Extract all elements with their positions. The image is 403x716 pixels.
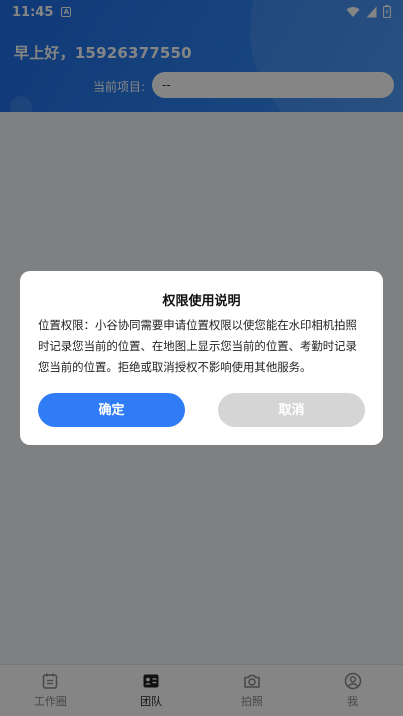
dialog-body: 位置权限：小谷协同需要申请位置权限以使您能在水印相机拍照时记录您当前的位置、在地… bbox=[38, 318, 357, 374]
confirm-button[interactable]: 确定 bbox=[38, 393, 185, 427]
permission-dialog: 权限使用说明 位置权限：小谷协同需要申请位置权限以使您能在水印相机拍照时记录您当… bbox=[20, 271, 383, 445]
cancel-button[interactable]: 取消 bbox=[218, 393, 365, 427]
dialog-title: 权限使用说明 bbox=[162, 294, 241, 309]
